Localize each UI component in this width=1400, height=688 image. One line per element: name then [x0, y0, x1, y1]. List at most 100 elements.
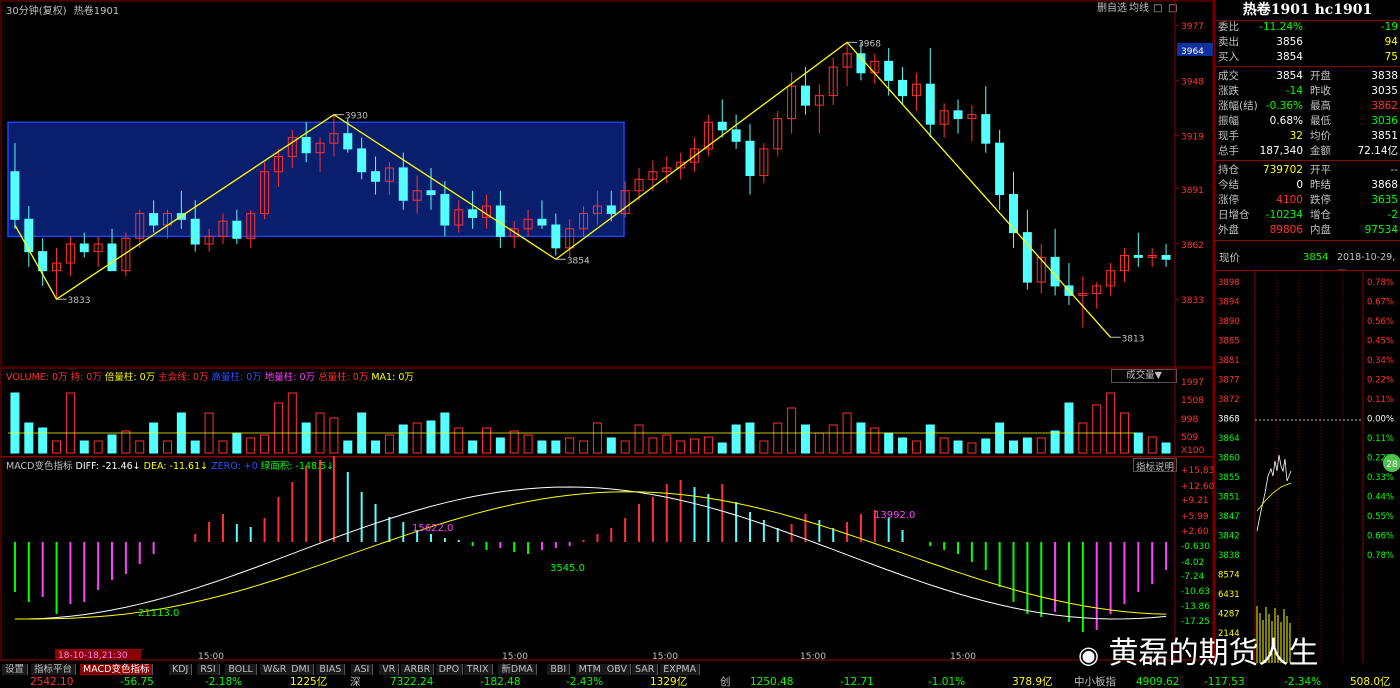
mini-left-label: 3885: [1218, 337, 1240, 347]
indicator-tab[interactable]: RSI: [197, 664, 220, 675]
volume-bar: [398, 424, 408, 454]
volume-bar: [565, 437, 575, 454]
index-value: 创: [720, 676, 731, 688]
annotation-label: 3833: [68, 296, 91, 306]
mini-left-label: 3842: [1218, 532, 1240, 542]
quote-label: 买入: [1218, 51, 1239, 63]
volume-bar: [1009, 440, 1019, 454]
dea-line: [14, 491, 1167, 620]
indicator-tab[interactable]: ASI: [351, 664, 374, 675]
volume-bar: [953, 440, 963, 454]
volume-bar: [634, 424, 644, 454]
quote-value: -11.24%: [1259, 21, 1303, 33]
quote-label-2: 内盘: [1310, 224, 1331, 236]
quote-label: 总手: [1218, 145, 1239, 157]
index-value: -117.53: [1204, 676, 1245, 688]
now-label: 现价: [1219, 252, 1240, 264]
quote-label-2: 均价: [1310, 130, 1331, 142]
indicator-tab[interactable]: 指标平台: [31, 664, 77, 675]
annotation-label: 3813: [1122, 334, 1145, 344]
quote-label: 现手: [1218, 130, 1239, 142]
volume-bar: [65, 392, 75, 454]
volume-bar: [218, 440, 228, 454]
indicator-tab[interactable]: W&R: [260, 664, 291, 675]
quote-row: 总手 187,340 金额 72.14亿: [1218, 144, 1398, 159]
volume-axis-label: 1508: [1181, 396, 1204, 406]
indicator-tab[interactable]: TRIX: [463, 664, 493, 675]
watermark: ◉ 黄磊的期货人生: [1078, 633, 1398, 675]
index-value: 深: [350, 676, 361, 688]
diff-line: [14, 486, 1167, 620]
indicator-tab[interactable]: MACD变色指标: [80, 664, 154, 675]
indicator-tab[interactable]: 新DMA: [498, 664, 537, 675]
quote-value-2: 3838: [1371, 70, 1398, 82]
indicator-tab[interactable]: BBI: [547, 664, 571, 675]
volume-bar: [1106, 392, 1116, 454]
macd-axis-label: -13.86: [1181, 602, 1210, 612]
index-value: 4909.62: [1136, 676, 1180, 688]
volume-axis-label: 1997: [1181, 378, 1204, 388]
volume-bar: [1161, 442, 1171, 454]
intraday-mini-chart: 3898 3894 3890 3885 3881 3877 3872 3868 3864 3860…: [1218, 271, 1400, 663]
quote-value-2: 75: [1384, 51, 1398, 63]
indicator-tab[interactable]: SAR: [632, 664, 659, 675]
candle-body: [38, 251, 48, 272]
volume-bar: [814, 432, 824, 454]
price-chart: 3977 3964 3948 3919 3891 3862 3833 3833 3930 3854…: [0, 0, 1214, 368]
candle-body: [1133, 254, 1143, 258]
quote-label: 今结: [1218, 179, 1239, 191]
quote-label: 日增仓: [1218, 209, 1250, 221]
indicator-tab[interactable]: DPO: [435, 664, 464, 675]
mini-left-label: 3851: [1218, 493, 1240, 503]
macd-axis-label: +15.83: [1181, 466, 1214, 476]
macd-axis-label: -17.25: [1181, 617, 1210, 627]
volume-bar: [703, 436, 713, 454]
candle-body: [856, 53, 866, 74]
indicator-tab[interactable]: BIAS: [316, 664, 346, 675]
index-value: -56.75: [120, 676, 154, 688]
mini-left-label: 3838: [1218, 551, 1240, 561]
candle-body: [731, 129, 741, 142]
time-axis-label: 15:00: [800, 652, 826, 661]
annotation-label: 3968: [858, 39, 881, 49]
quote-value-2: 97534: [1364, 224, 1398, 236]
volume-bar: [260, 434, 270, 454]
indicator-tab[interactable]: KDJ: [169, 664, 193, 675]
candle-body: [606, 205, 616, 215]
quote-value: -10234: [1265, 209, 1303, 221]
mini-right-label: 0.66%: [1367, 532, 1394, 542]
volume-bar: [828, 424, 838, 454]
macd-label: 3545.0: [550, 563, 585, 574]
mini-right-label: 0.11%: [1367, 434, 1394, 444]
volume-bar: [1050, 430, 1060, 454]
volume-bar: [384, 434, 394, 454]
volume-bar: [898, 437, 908, 454]
volume-axis-label: 998: [1181, 415, 1198, 425]
indicator-tab[interactable]: DMI: [288, 664, 314, 675]
annotation-label: 3854: [567, 256, 590, 266]
quote-row: 成交 3854 开盘 3838: [1218, 69, 1398, 84]
indicator-tab[interactable]: MTM: [575, 664, 605, 675]
index-value: 1329亿: [650, 676, 688, 688]
quote-row: 日增仓 -10234 增仓 -2: [1218, 208, 1398, 223]
volume-axis-label: 509: [1181, 433, 1198, 443]
quote-value-2: 3035: [1371, 85, 1398, 97]
volume-bar: [481, 427, 491, 454]
mini-left-label: 3894: [1218, 298, 1240, 308]
volume-bar: [246, 437, 256, 454]
indicator-tab[interactable]: OBV: [603, 664, 631, 675]
indicator-tab[interactable]: VR: [379, 664, 400, 675]
index-value: 508.0亿: [1350, 676, 1391, 688]
indicator-tab[interactable]: ARBR: [401, 664, 435, 675]
volume-bar: [856, 422, 866, 454]
indicator-tab[interactable]: EXPMA: [660, 664, 701, 675]
indicator-tab[interactable]: 设置: [2, 664, 29, 675]
mini-right-label: 0.78%: [1367, 551, 1394, 561]
volume-bar: [79, 440, 89, 454]
volume-bar: [1064, 402, 1074, 454]
time-axis-label: 15:00: [198, 652, 224, 661]
quote-value: 3854: [1276, 70, 1303, 82]
quote-label-2: 金额: [1310, 145, 1331, 157]
price-axis-label: 3919: [1181, 133, 1204, 143]
indicator-tab[interactable]: BOLL: [225, 664, 257, 675]
